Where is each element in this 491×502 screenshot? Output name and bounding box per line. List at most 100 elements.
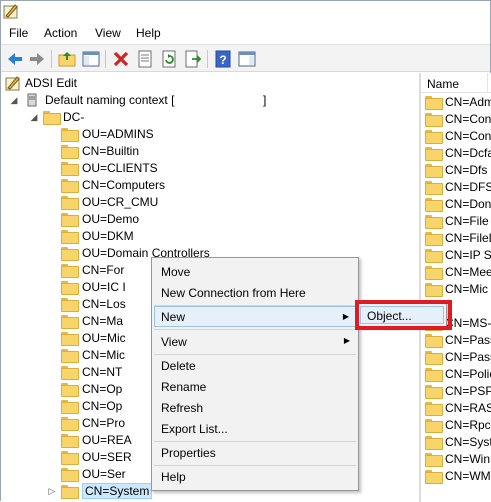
menu-item-new[interactable]: New ▶: [154, 306, 356, 327]
list-item[interactable]: CN=RAS: [421, 400, 491, 417]
folder-icon: [43, 111, 61, 125]
menu-help[interactable]: Help: [136, 26, 161, 40]
list-item[interactable]: CN=IP Se: [421, 247, 491, 264]
list-item[interactable]: CN=Win: [421, 451, 491, 468]
tree-node-item[interactable]: OU=DKM: [1, 228, 251, 245]
tree-node-label: CN=NT: [82, 365, 123, 379]
list-item[interactable]: CN=PSPs: [421, 383, 491, 400]
tree-node-label: OU=REA: [82, 433, 132, 447]
list-item-label: CN=DFSI: [445, 180, 491, 194]
menu-item-move[interactable]: Move: [154, 261, 356, 282]
folder-icon: [61, 264, 79, 278]
list-item[interactable]: CN=Polic: [421, 366, 491, 383]
list-item[interactable]: CN=Adm: [421, 94, 491, 111]
list-item-label: CN=Adm: [445, 95, 491, 109]
list-item-label: CN=Pass: [445, 350, 491, 364]
adsi-edit-icon: [5, 76, 20, 91]
menu-item-label: Rename: [161, 380, 207, 394]
list-item[interactable]: CN=Con: [421, 128, 491, 145]
folder-icon: [61, 281, 79, 295]
expanded-arrow-icon[interactable]: ◢: [29, 112, 39, 122]
help-icon[interactable]: ?: [213, 49, 233, 69]
tree-node-label-end: ]: [263, 93, 267, 107]
menu-item-label: Delete: [161, 359, 196, 373]
list-item-label: CN=WM: [445, 469, 491, 483]
menu-view[interactable]: View: [95, 26, 121, 40]
list-item-label: CN=PSPs: [445, 384, 491, 398]
menu-item-view[interactable]: View ▶: [154, 331, 356, 352]
tree-node-label: OU=Ser: [82, 467, 126, 481]
menu-item-refresh[interactable]: Refresh: [154, 397, 356, 418]
tree-node-label: CN=Op: [82, 382, 123, 396]
export-list-icon[interactable]: [183, 49, 203, 69]
show-hide-console-tree-icon[interactable]: [81, 49, 101, 69]
tree-node-item[interactable]: OU=CLIENTS: [1, 160, 251, 177]
list-item[interactable]: CN=FileL: [421, 230, 491, 247]
folder-icon: [425, 232, 443, 246]
menu-item-label: New: [161, 310, 186, 324]
up-folder-icon[interactable]: [57, 49, 77, 69]
menu-item-export-list[interactable]: Export List...: [154, 418, 356, 439]
list-item[interactable]: CN=Rpc: [421, 417, 491, 434]
submenu-arrow-icon: ▶: [342, 312, 349, 321]
tree-node-default-naming-context[interactable]: ◢ Default naming context [ ]: [1, 92, 301, 109]
refresh-icon[interactable]: [159, 49, 179, 69]
list-item-label: CN=Syst: [445, 435, 491, 449]
menu-item-help[interactable]: Help: [154, 466, 356, 487]
adsi-edit-app-icon[interactable]: [3, 3, 19, 19]
tree-node-item[interactable]: CN=Computers: [1, 177, 251, 194]
column-header-label: Name: [427, 77, 460, 91]
list-item[interactable]: CN=DFSI: [421, 179, 491, 196]
folder-icon: [61, 332, 79, 346]
menu-item-properties[interactable]: Properties: [154, 442, 356, 463]
list-item[interactable]: CN=Mee: [421, 264, 491, 281]
menu-item-label: View: [161, 335, 187, 349]
folder-icon: [425, 164, 443, 178]
list-item[interactable]: CN=Syst: [421, 434, 491, 451]
forward-arrow-icon[interactable]: [27, 49, 47, 69]
list-item[interactable]: CN=Dfs: [421, 162, 491, 179]
list-item[interactable]: CN=Pass: [421, 332, 491, 349]
folder-icon: [61, 196, 79, 210]
folder-icon: [61, 451, 79, 465]
menu-item-delete[interactable]: Delete: [154, 355, 356, 376]
list-item-label: CN=Polic: [445, 367, 491, 381]
folder-icon: [61, 179, 79, 193]
column-divider[interactable]: [487, 73, 488, 93]
folder-icon: [425, 113, 443, 127]
menu-item-new-connection[interactable]: New Connection from Here: [154, 282, 356, 303]
folder-icon: [61, 400, 79, 414]
delete-icon[interactable]: [111, 49, 131, 69]
show-hide-action-pane-icon[interactable]: [237, 49, 257, 69]
folder-icon: [61, 468, 79, 482]
list-item[interactable]: CN=Don: [421, 196, 491, 213]
folder-icon: [425, 266, 443, 280]
folder-icon: [61, 213, 79, 227]
list-item[interactable]: CN=Pass: [421, 349, 491, 366]
tree-node-item[interactable]: OU=ADMINS: [1, 126, 251, 143]
column-header-name[interactable]: Name: [421, 73, 491, 93]
tree-node-adsi-edit[interactable]: ADSI Edit: [1, 75, 201, 92]
back-arrow-icon[interactable]: [5, 49, 25, 69]
list-item[interactable]: CN=WM: [421, 468, 491, 485]
collapsed-arrow-icon[interactable]: ▷: [47, 486, 57, 496]
tree-node-dc[interactable]: ◢ DC-: [1, 109, 201, 126]
list-item[interactable]: CN=File: [421, 213, 491, 230]
tree-node-label: OU=Mic: [82, 331, 126, 345]
expanded-arrow-icon[interactable]: ◢: [9, 95, 19, 105]
menu-action[interactable]: Action: [44, 26, 77, 40]
tree-node-label: CN=Ma: [82, 314, 124, 328]
folder-icon: [425, 334, 443, 348]
properties-icon[interactable]: [135, 49, 155, 69]
menu-item-rename[interactable]: Rename: [154, 376, 356, 397]
menu-file[interactable]: File: [9, 26, 28, 40]
list-item[interactable]: CN=Dcfa: [421, 145, 491, 162]
adsi-edit-window: File Action View Help ? ADSI Edit ◢ Defa…: [0, 0, 491, 502]
tree-node-item[interactable]: OU=CR_CMU: [1, 194, 251, 211]
list-item[interactable]: CN=Con: [421, 111, 491, 128]
menu-separator: [154, 329, 356, 330]
list-item-label: CN=File: [445, 214, 489, 228]
tree-node-item[interactable]: OU=Demo: [1, 211, 251, 228]
tree-node-item[interactable]: CN=Builtin: [1, 143, 251, 160]
list-item[interactable]: CN=Mic: [421, 281, 491, 298]
